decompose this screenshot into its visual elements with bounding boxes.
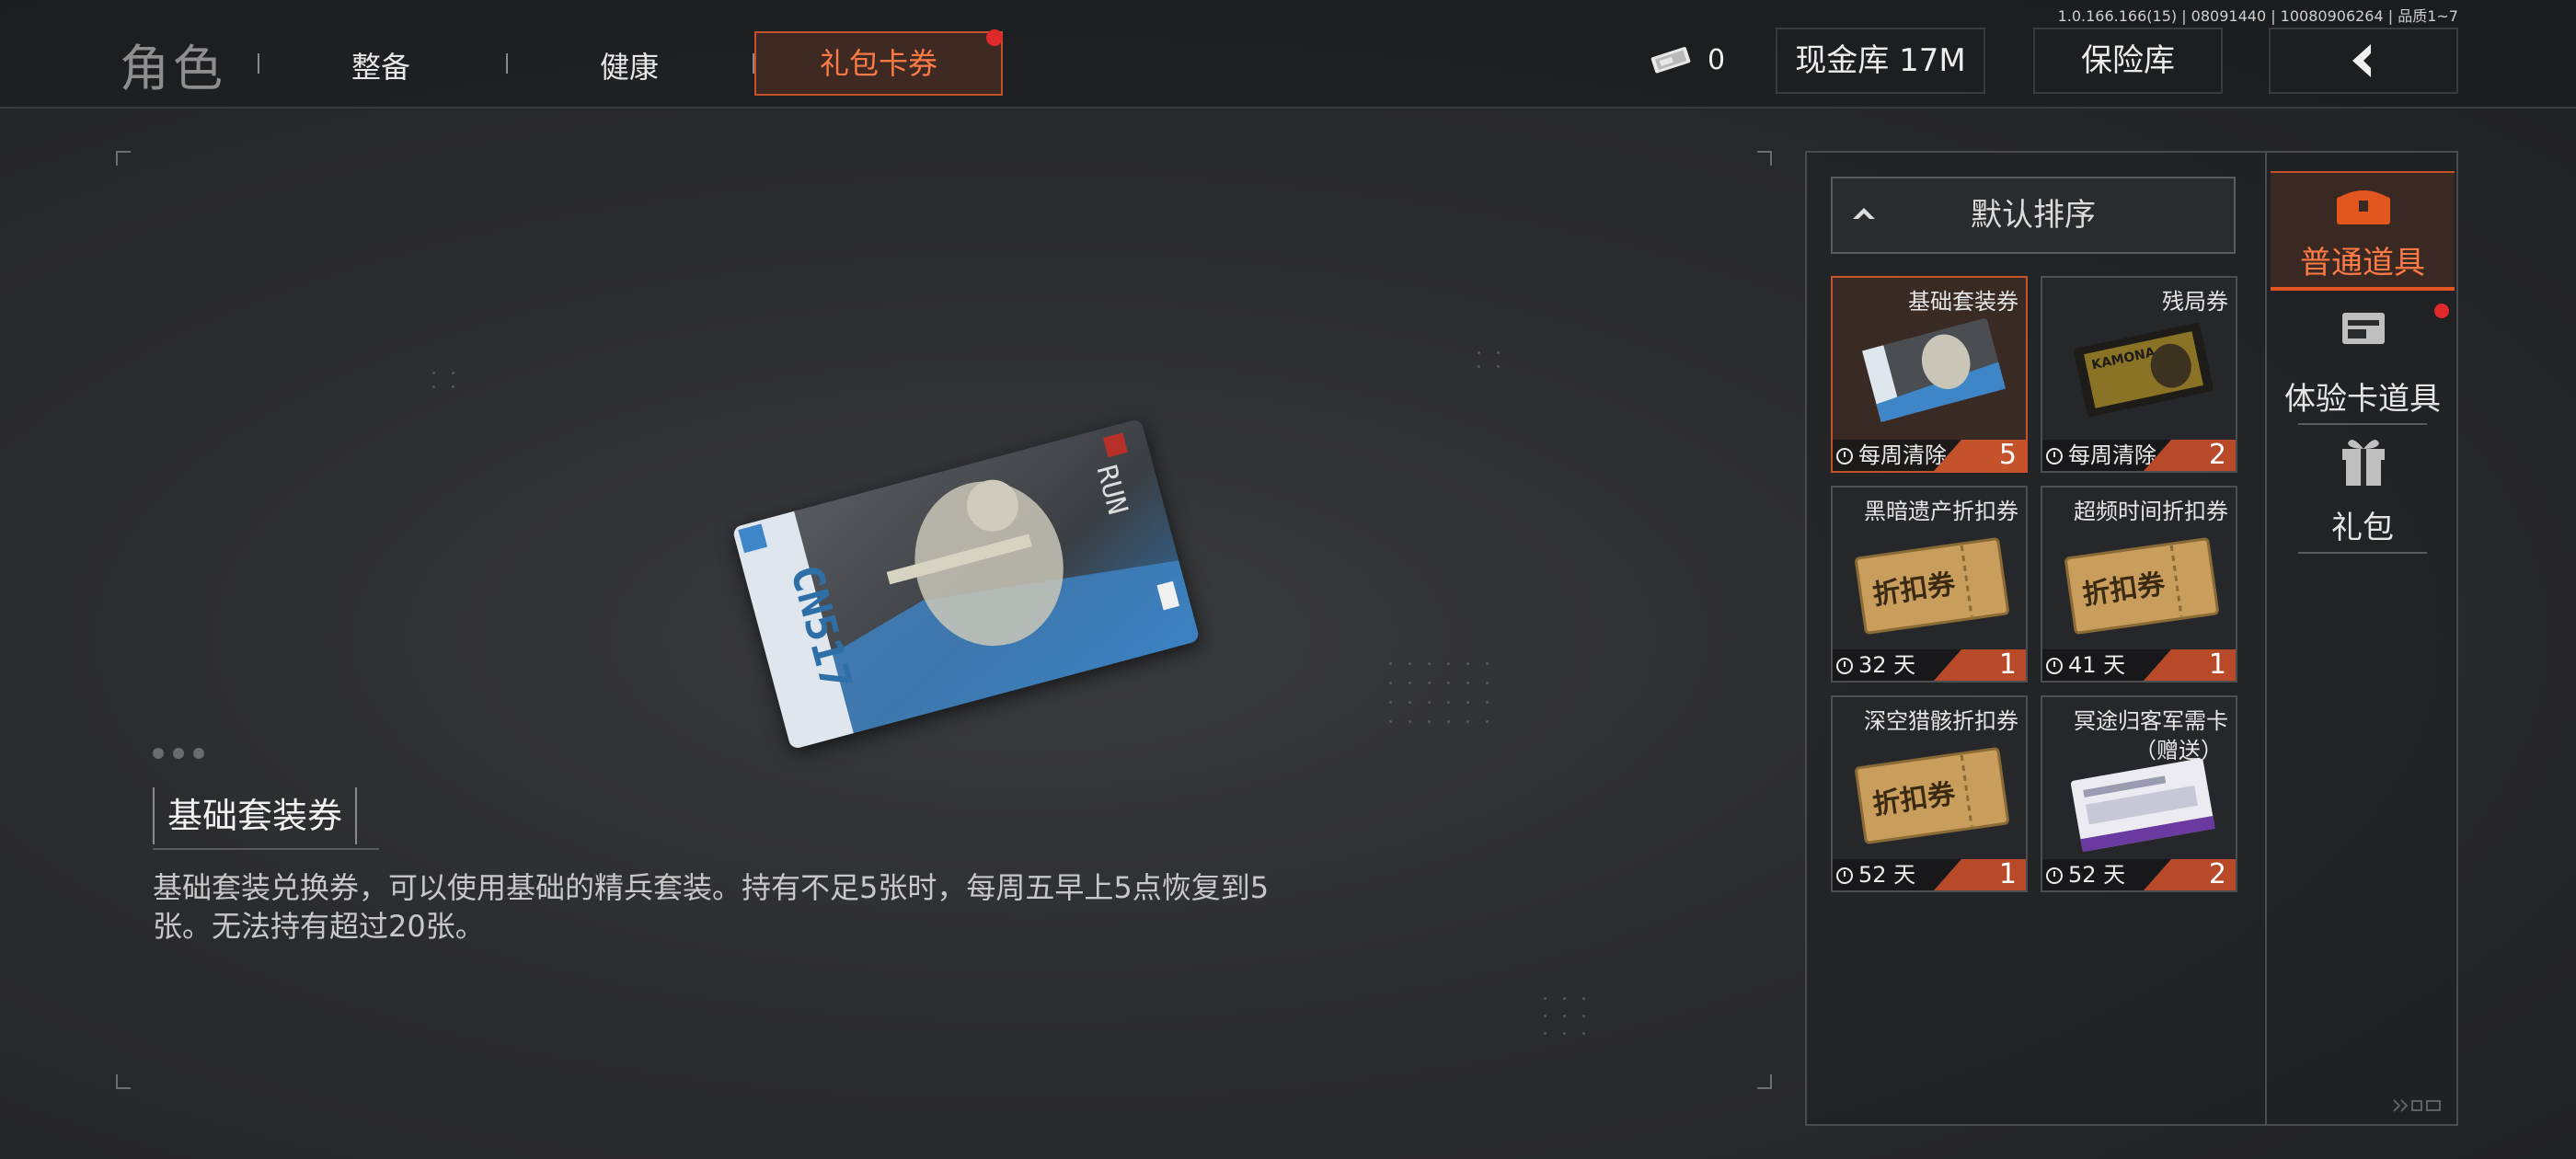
coupon-ticket-icon: 折扣券: [1855, 747, 2009, 844]
notification-dot: [2434, 304, 2449, 318]
item-count: 1: [1998, 648, 2017, 681]
decor-dots: [1544, 997, 1585, 1035]
item-count: 2: [2208, 439, 2226, 471]
item-slot-dark-legacy-coupon[interactable]: 折扣券 黑暗遗产折扣券 32 天 1: [1831, 486, 2028, 683]
cash-vault-button[interactable]: 现金库 17M: [1776, 28, 1985, 94]
frame-corner: [116, 1074, 131, 1089]
decor-dots: [1478, 351, 1500, 368]
item-expiry: 32 天: [1836, 647, 1915, 679]
coupon-ticket-icon: 折扣券: [2064, 537, 2219, 635]
decor-dots: [1389, 662, 1489, 723]
frame-corner: [1757, 151, 1772, 166]
title-underline: [153, 848, 379, 850]
page-title[interactable]: 角色: [120, 28, 226, 100]
back-button[interactable]: [2269, 28, 2458, 94]
clock-icon: [2046, 658, 2063, 674]
item-expiry: 每周清除: [1836, 437, 1947, 469]
category-trial-card-items[interactable]: 体验卡道具: [2271, 304, 2455, 423]
item-name: 深空猎骸折扣券: [1864, 708, 2018, 734]
kit-card-art: CN517 RUN: [731, 418, 1201, 751]
category-normal-items[interactable]: 普通道具: [2271, 171, 2455, 289]
sort-dropdown[interactable]: 默认排序: [1831, 177, 2236, 254]
clock-icon: [1836, 867, 1853, 884]
item-count: 1: [1998, 858, 2017, 890]
chest-icon: [2337, 190, 2390, 224]
back-chevron-icon: [2352, 44, 2371, 77]
endgame-card-thumbnail: KAMONA: [2074, 323, 2214, 417]
tab-separator: [258, 53, 259, 74]
clock-icon: [1836, 448, 1853, 465]
item-expiry: 52 天: [2046, 856, 2125, 889]
category-label: 礼包: [2331, 510, 2394, 546]
item-count: 5: [1998, 439, 2017, 471]
item-count: 2: [2208, 858, 2226, 890]
clock-icon: [2046, 448, 2063, 465]
item-slot-deep-space-coupon[interactable]: 折扣券 深空猎骸折扣券 52 天 1: [1831, 695, 2028, 892]
version-label: 1.0.166.166(15) | 08091440 | 10080906264…: [2057, 7, 2458, 25]
panel-divider: [2265, 153, 2267, 1124]
notification-dot: [986, 29, 1003, 46]
category-label: 体验卡道具: [2284, 381, 2441, 418]
item-name-gift-tag: （赠送）: [2134, 738, 2223, 763]
item-slot-basic-kit[interactable]: 基础套装券 每周清除 5: [1831, 276, 2028, 473]
frame-corner: [116, 151, 131, 166]
category-label: 普通道具: [2300, 245, 2425, 281]
clock-icon: [2046, 867, 2063, 884]
coupon-ticket-icon: 折扣券: [1855, 537, 2009, 635]
decor-dots: [432, 372, 454, 388]
gift-icon: [2342, 440, 2385, 486]
item-name: 残局券: [2162, 289, 2228, 315]
category-gift-packs[interactable]: 礼包: [2271, 432, 2455, 552]
kit-card-thumbnail: [1862, 318, 2006, 422]
item-name: 基础套装券: [1908, 289, 2018, 315]
sort-label: 默认排序: [1971, 197, 2096, 234]
item-slot-endgame[interactable]: KAMONA 残局券 每周清除 2: [2041, 276, 2237, 473]
frame-corner: [1757, 1074, 1772, 1089]
detail-page-dots: [153, 745, 213, 763]
ticket-counter[interactable]: 0: [1636, 35, 1731, 86]
clock-icon: [1836, 658, 1853, 674]
item-name: 冥途归客军需卡: [2074, 708, 2228, 734]
item-name: 超频时间折扣券: [2074, 499, 2228, 524]
ticket-count: 0: [1708, 44, 1726, 76]
item-description: 基础套装兑换券，可以使用基础的精兵套装。持有不足5张时，每周五早上5点恢复到5张…: [153, 870, 1270, 944]
ticket-icon: [1650, 47, 1691, 74]
category-divider: [2298, 552, 2427, 554]
item-title: 基础套装券: [153, 787, 358, 844]
category-divider: [2298, 423, 2427, 425]
tab-health[interactable]: 健康: [600, 44, 659, 86]
item-slot-supply-card[interactable]: 冥途归客军需卡 （赠送） 52 天 2: [2041, 695, 2237, 892]
item-expiry: 52 天: [1836, 856, 1915, 889]
tab-equipment[interactable]: 整备: [351, 44, 410, 86]
item-name: 黑暗遗产折扣券: [1864, 499, 2018, 524]
item-expiry: 每周清除: [2046, 437, 2156, 469]
collapse-icon[interactable]: [2392, 1096, 2444, 1115]
item-preview-card: CN517 RUN: [731, 418, 1201, 751]
active-category-indicator: [2271, 287, 2455, 291]
chevron-up-icon: [1853, 208, 1875, 219]
item-slot-overclock-coupon[interactable]: 折扣券 超频时间折扣券 41 天 1: [2041, 486, 2237, 683]
tab-separator: [506, 53, 508, 74]
item-count: 1: [2208, 648, 2226, 681]
tab-gift-coupons[interactable]: 礼包卡券: [754, 31, 1003, 96]
card-icon: [2342, 313, 2385, 344]
supply-card-thumbnail: [2070, 758, 2215, 853]
item-expiry: 41 天: [2046, 647, 2125, 679]
safe-vault-button[interactable]: 保险库: [2033, 28, 2223, 94]
